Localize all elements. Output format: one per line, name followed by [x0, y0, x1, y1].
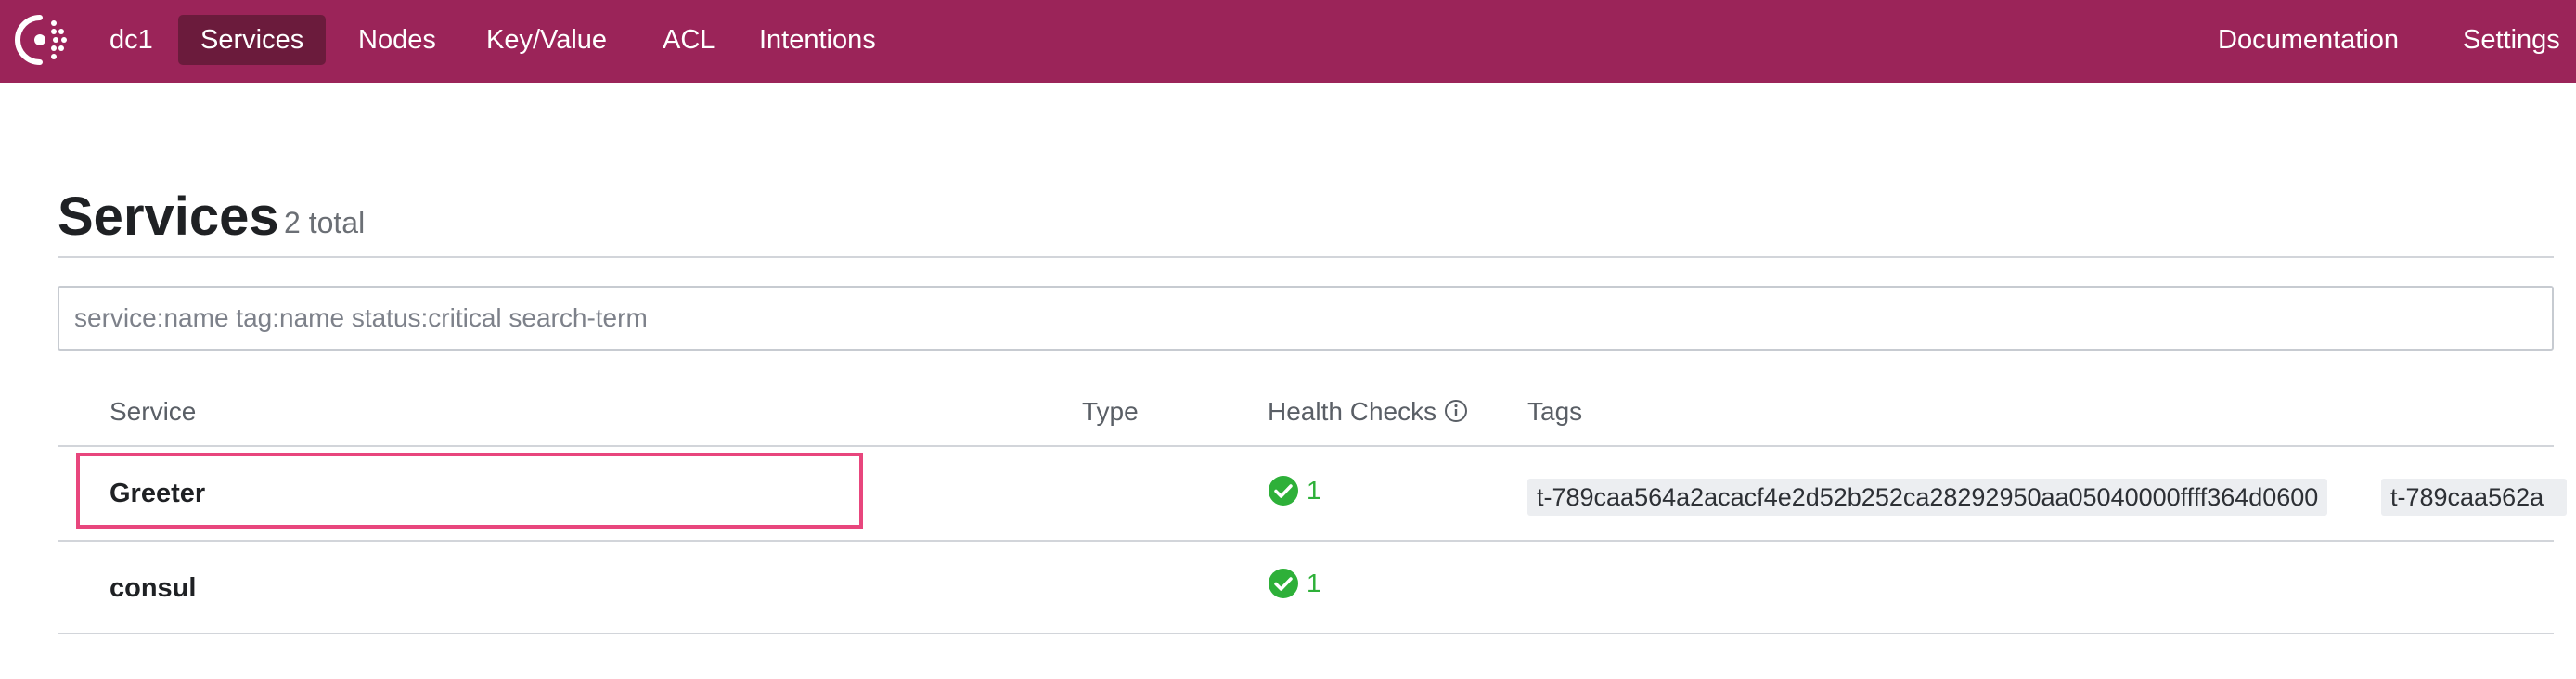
health-passing-count: 1 [1307, 476, 1321, 505]
column-header-service[interactable]: Service [109, 397, 196, 427]
nav-item-intentions[interactable]: Intentions [737, 15, 898, 65]
nav-item-documentation[interactable]: Documentation [2196, 15, 2421, 65]
consul-logo-icon[interactable] [13, 13, 67, 67]
title-divider [58, 256, 2554, 258]
page-title: Services [58, 186, 279, 247]
service-name-link[interactable]: consul [109, 573, 196, 604]
check-circle-icon [1269, 569, 1298, 598]
nav-item-settings[interactable]: Settings [2441, 15, 2576, 65]
nav-item-key-value[interactable]: Key/Value [464, 15, 629, 65]
search-input[interactable] [59, 288, 2552, 349]
nav-item-acl[interactable]: ACL [640, 15, 737, 65]
top-navigation-bar: dc1 Services Nodes Key/Value ACL Intenti… [0, 0, 2576, 83]
column-header-health-label: Health Checks [1268, 397, 1437, 426]
check-circle-icon [1269, 476, 1298, 506]
health-passing-count: 1 [1307, 569, 1321, 597]
column-header-type[interactable]: Type [1082, 397, 1139, 427]
column-header-health-checks[interactable]: Health Checks [1268, 397, 1468, 427]
datacenter-selector[interactable]: dc1 [87, 15, 175, 65]
nav-item-nodes[interactable]: Nodes [336, 15, 458, 65]
service-tag: t-789caa564a2acacf4e2d52b252ca28292950aa… [1527, 479, 2328, 516]
nav-item-services[interactable]: Services [178, 15, 327, 65]
service-count: 2 total [284, 206, 366, 239]
health-passing-indicator: 1 [1268, 568, 1321, 599]
service-tag: t-789caa562a [2381, 479, 2567, 516]
info-icon[interactable] [1444, 399, 1468, 423]
column-header-tags[interactable]: Tags [1527, 397, 1582, 427]
search-field[interactable] [58, 286, 2554, 351]
row-divider [58, 633, 2554, 634]
health-passing-indicator: 1 [1268, 475, 1321, 506]
selection-highlight-box [76, 453, 863, 529]
